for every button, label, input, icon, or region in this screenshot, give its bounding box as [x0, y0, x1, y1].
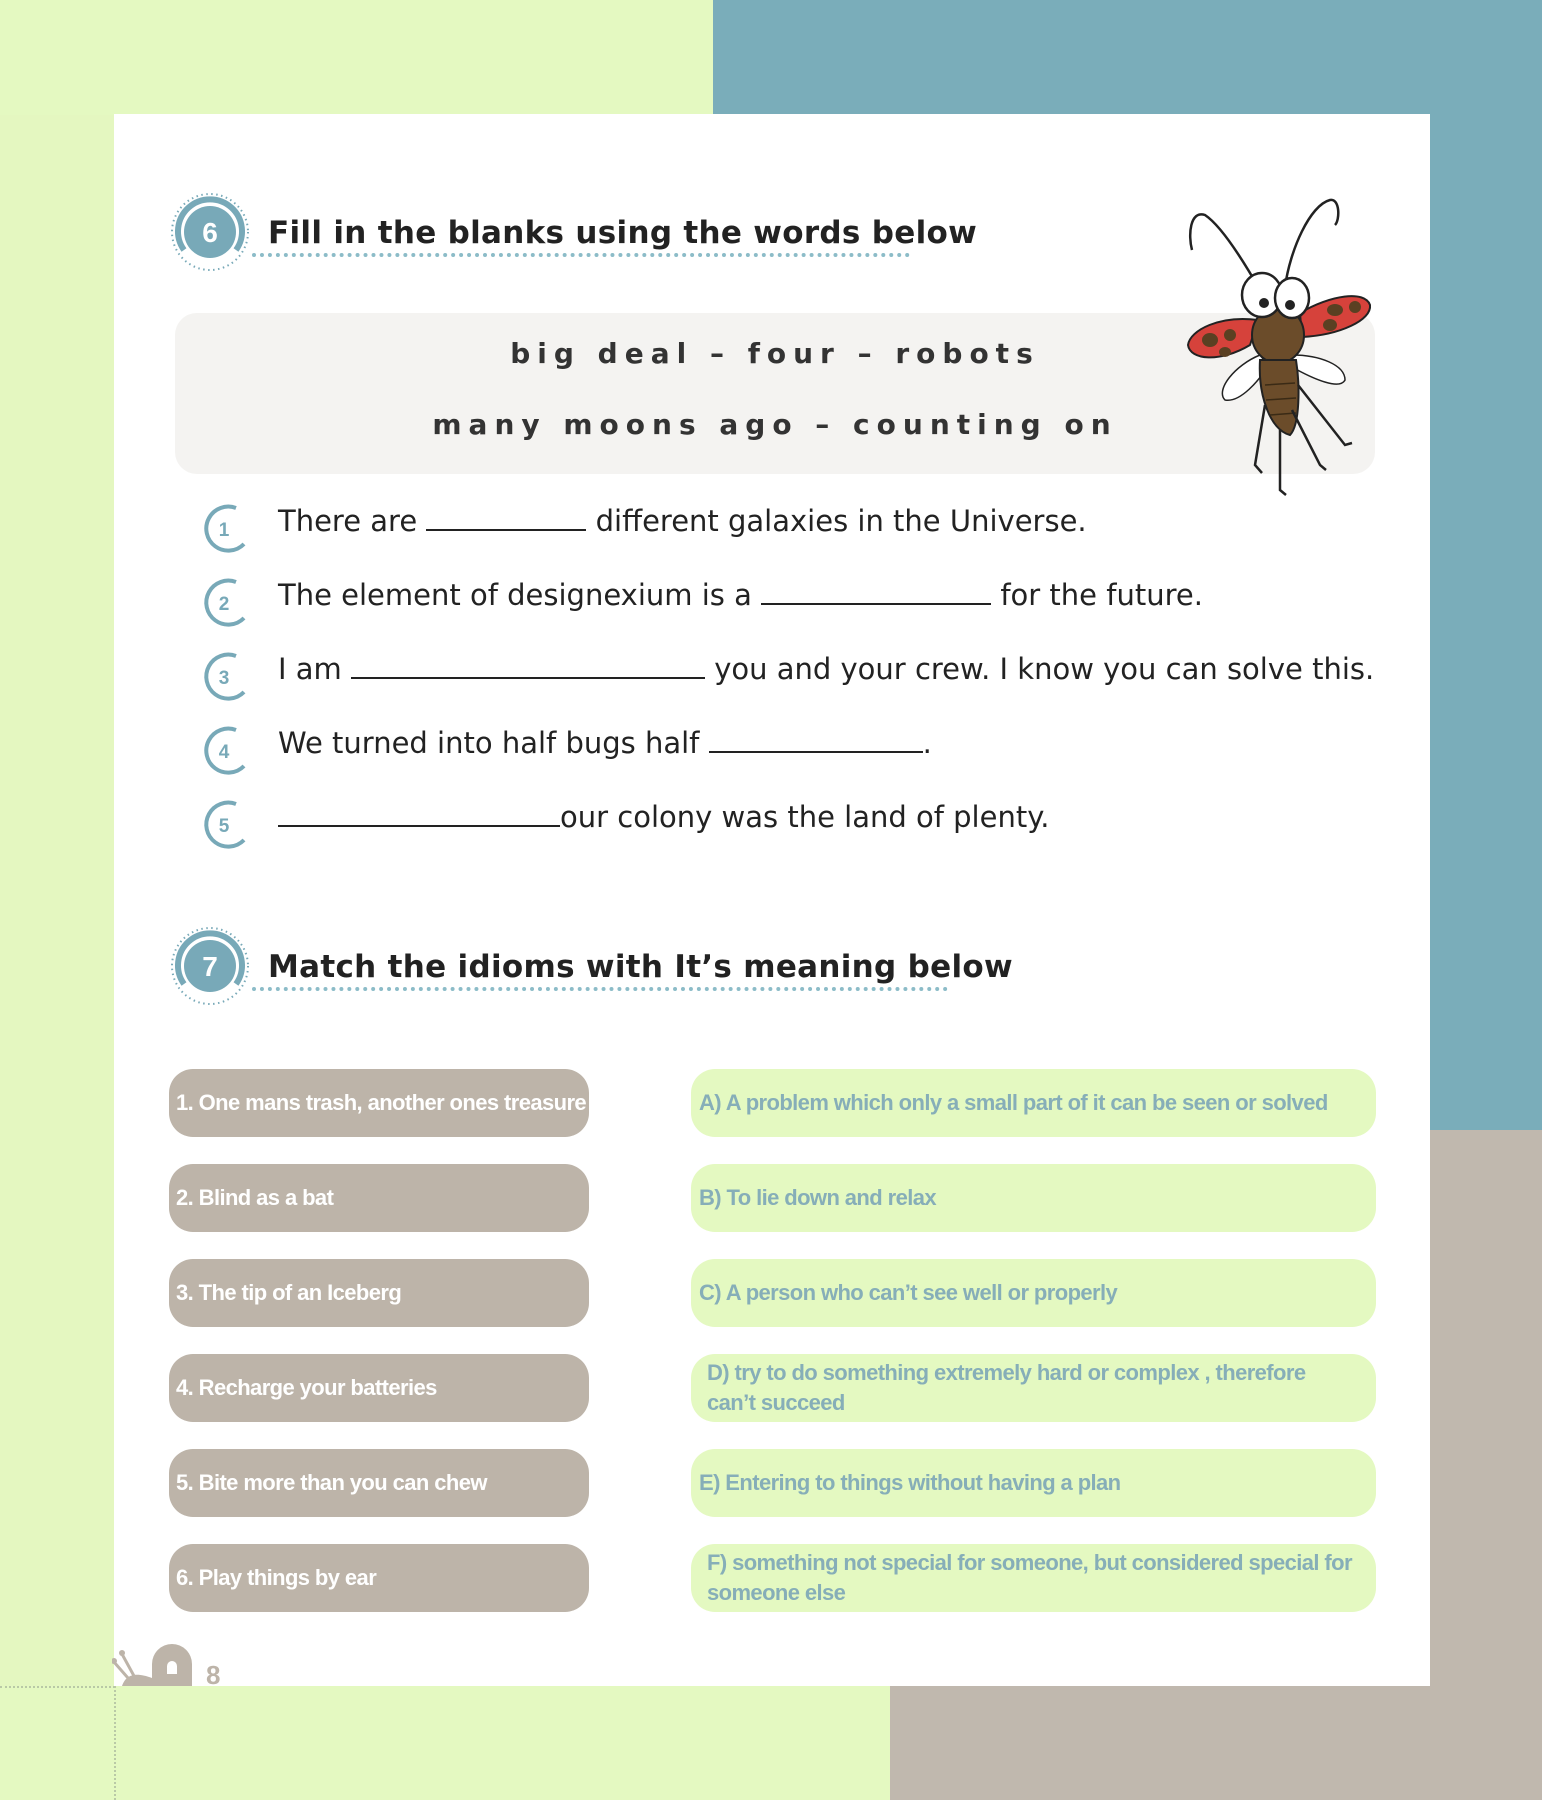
meaning-item[interactable]: C) A person who can’t see well or proper… — [691, 1259, 1376, 1327]
section-7-number: 7 — [202, 951, 218, 982]
svg-text:3: 3 — [219, 668, 230, 689]
question-2: 2 The element of designexium is a for th… — [196, 574, 1396, 634]
section-6-title: Fill in the blanks using the words below — [268, 215, 978, 251]
meaning-item[interactable]: E) Entering to things without having a p… — [691, 1449, 1376, 1517]
question-number-icon: 2 — [204, 578, 246, 627]
meaning-item[interactable]: D) try to do something extremely hard or… — [691, 1354, 1376, 1422]
section-6-badge: 6 — [171, 193, 249, 271]
question-5: 5 our colony was the land of plenty. — [196, 796, 1396, 856]
idiom-item[interactable]: 5. Bite more than you can chew — [169, 1449, 589, 1517]
meaning-item[interactable]: F) something not special for someone, bu… — [691, 1544, 1376, 1612]
section-6-title-underline — [252, 253, 910, 257]
idiom-item[interactable]: 6. Play things by ear — [169, 1544, 589, 1612]
page-number: 8 — [206, 1660, 221, 1690]
background-green-top — [0, 0, 713, 115]
question-number-icon: 5 — [204, 800, 246, 849]
crop-mark-horizontal — [0, 1686, 115, 1688]
section-7-badge: 7 — [171, 927, 249, 1005]
question-3-text: I am you and your crew. I know you can s… — [278, 652, 1375, 686]
question-5-text: our colony was the land of plenty. — [278, 800, 1049, 834]
section-6-number: 6 — [202, 217, 218, 248]
question-number-icon: 4 — [204, 726, 246, 775]
background-taupe-bottom — [890, 1686, 1542, 1800]
question-2-text: The element of designexium is a for the … — [278, 578, 1203, 612]
snail-icon — [112, 1644, 192, 1686]
crop-mark-vertical — [114, 1686, 116, 1800]
idiom-item[interactable]: 2. Blind as a bat — [169, 1164, 589, 1232]
question-1: 1 There are different galaxies in the Un… — [196, 500, 1396, 560]
question-1-text: There are different galaxies in the Univ… — [278, 504, 1087, 538]
answer-blank[interactable] — [708, 727, 923, 753]
question-4: 4 We turned into half bugs half . — [196, 722, 1396, 782]
question-number-icon: 3 — [204, 652, 246, 701]
idiom-item[interactable]: 4. Recharge your batteries — [169, 1354, 589, 1422]
idiom-item[interactable]: 3. The tip of an Iceberg — [169, 1259, 589, 1327]
svg-text:1: 1 — [219, 520, 230, 541]
section-7-title-underline — [252, 987, 948, 991]
svg-text:5: 5 — [219, 816, 230, 837]
svg-text:2: 2 — [219, 594, 230, 615]
answer-blank[interactable] — [278, 801, 560, 827]
svg-text:4: 4 — [219, 742, 230, 763]
answer-blank[interactable] — [426, 505, 587, 531]
section-7-title: Match the idioms with It’s meaning below — [268, 949, 1013, 985]
background-green-bottom — [0, 1686, 890, 1800]
question-4-text: We turned into half bugs half . — [278, 726, 932, 760]
question-number-icon: 1 — [204, 504, 246, 553]
question-3: 3 I am you and your crew. I know you can… — [196, 648, 1396, 708]
meaning-item[interactable]: A) A problem which only a small part of … — [691, 1069, 1376, 1137]
meaning-item[interactable]: B) To lie down and relax — [691, 1164, 1376, 1232]
ladybug-illustration — [1186, 198, 1372, 496]
answer-blank[interactable] — [761, 579, 992, 605]
idiom-item[interactable]: 1. One mans trash, another ones treasure — [169, 1069, 589, 1137]
answer-blank[interactable] — [351, 653, 706, 679]
